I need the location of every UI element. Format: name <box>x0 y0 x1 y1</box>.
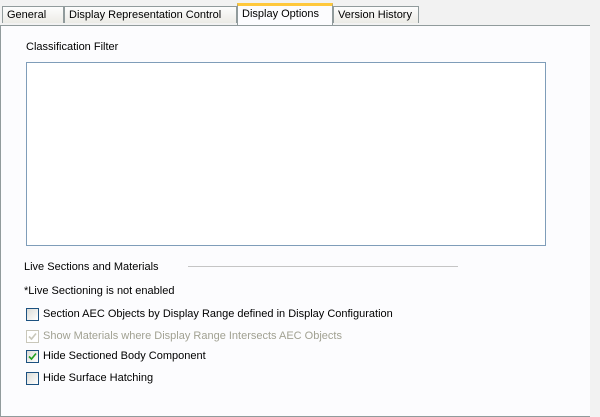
tab-version-history-label: Version History <box>338 9 412 21</box>
hide-surface-hatching-label: Hide Surface Hatching <box>43 372 154 384</box>
tab-general-label: General <box>7 9 47 21</box>
live-sections-group-label: Live Sections and Materials <box>24 261 159 273</box>
section-aec-objects-checkbox[interactable] <box>26 308 39 321</box>
tab-display-representation-control-label: Display Representation Control <box>69 9 222 21</box>
show-materials-checkbox[interactable] <box>26 330 39 343</box>
tab-strip: General Display Representation Control D… <box>0 0 600 26</box>
hide-surface-hatching-checkbox[interactable] <box>26 372 39 385</box>
show-materials-label: Show Materials where Display Range Inter… <box>43 330 342 342</box>
check-icon <box>28 332 37 341</box>
hide-sectioned-body-checkbox[interactable] <box>26 350 39 363</box>
tab-display-options-label: Display Options <box>242 8 320 20</box>
tab-version-history[interactable]: Version History <box>333 6 419 23</box>
check-icon <box>28 352 37 361</box>
classification-filter-label: Classification Filter <box>26 41 119 53</box>
tab-display-representation-control[interactable]: Display Representation Control <box>64 6 237 23</box>
live-sectioning-status: *Live Sectioning is not enabled <box>24 285 175 297</box>
section-aec-objects-label: Section AEC Objects by Display Range def… <box>43 308 393 320</box>
classification-filter-list[interactable] <box>26 62 546 246</box>
tab-general[interactable]: General <box>2 6 64 23</box>
tab-display-options[interactable]: Display Options <box>237 3 333 25</box>
group-divider <box>188 266 458 267</box>
hide-sectioned-body-label: Hide Sectioned Body Component <box>43 350 206 362</box>
